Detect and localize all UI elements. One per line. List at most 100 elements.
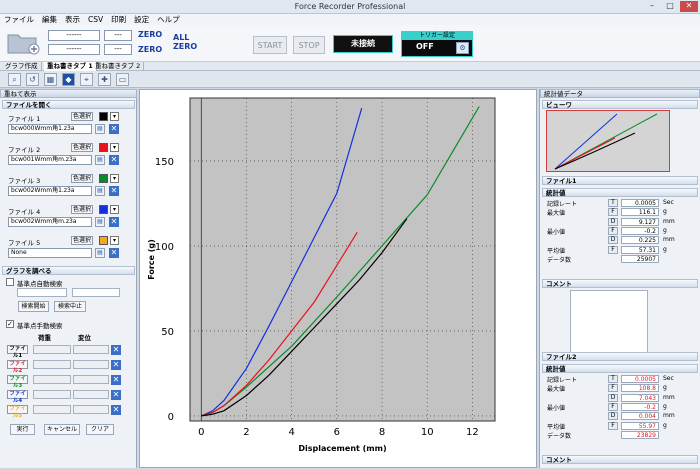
remove-file-icon[interactable]: ✕ [109, 217, 119, 227]
color-select-button[interactable]: 色選択 [71, 236, 94, 245]
menu-view[interactable]: 表示 [61, 14, 84, 25]
file-select-button[interactable]: ファイル1 [7, 345, 28, 359]
zero-button-1[interactable]: ZERO [138, 30, 162, 39]
load-value-field[interactable] [33, 360, 71, 369]
grid-icon[interactable]: ▦ [44, 73, 57, 86]
open-file-icon[interactable]: ▤ [95, 186, 105, 196]
displacement-value-field[interactable] [73, 405, 109, 414]
stop-button[interactable]: STOP [293, 36, 325, 54]
file-path-field[interactable]: bcw000Wmm角1.z3a [8, 124, 92, 134]
file-path-field[interactable]: bcw002Wmm角m.z3a [8, 217, 92, 227]
displacement-value-field[interactable] [73, 360, 109, 369]
tab-overlay-1[interactable]: 重ね書きタブ 1 [44, 62, 97, 71]
menu-help[interactable]: ヘルプ [153, 14, 184, 25]
remove-point-icon[interactable]: ✕ [111, 345, 121, 355]
chevron-down-icon[interactable]: ▾ [110, 143, 119, 152]
search-start-button[interactable]: 検索開始 [18, 301, 49, 312]
color-select-button[interactable]: 色選択 [71, 143, 94, 152]
menu-settings[interactable]: 設定 [130, 14, 153, 25]
remove-file-icon[interactable]: ✕ [109, 155, 119, 165]
open-file-icon[interactable]: ▤ [95, 124, 105, 134]
color-swatch[interactable] [99, 174, 108, 183]
tab-overlay-2[interactable]: 重ね書きタブ 2 [92, 62, 145, 71]
clear-button[interactable]: クリア [86, 424, 114, 435]
section-open-files[interactable]: ファイルを開く [2, 100, 135, 109]
section-comment-2[interactable]: コメント [542, 455, 698, 464]
color-swatch[interactable] [99, 205, 108, 214]
file-path-field[interactable]: bcw002Wmm角1.z3a [8, 186, 92, 196]
cursor-icon[interactable]: ✚ [98, 73, 111, 86]
color-select-button[interactable]: 色選択 [71, 112, 94, 121]
file-select-button[interactable]: ファイル2 [7, 360, 28, 374]
select-icon[interactable]: ◆ [62, 73, 75, 86]
auto-search-select[interactable] [17, 288, 67, 297]
color-swatch[interactable] [99, 236, 108, 245]
load-value-field[interactable] [33, 375, 71, 384]
file-path-field[interactable]: None [8, 248, 92, 258]
remove-point-icon[interactable]: ✕ [111, 375, 121, 385]
chevron-down-icon[interactable]: ▾ [110, 236, 119, 245]
section-stats-2[interactable]: 統計値 [542, 364, 698, 373]
remove-file-icon[interactable]: ✕ [109, 124, 119, 134]
zoom-icon[interactable]: ⌕ [8, 73, 21, 86]
file-select-button[interactable]: ファイル5 [7, 405, 28, 419]
measure-icon[interactable]: ⌖ [80, 73, 93, 86]
scale-icon[interactable]: ▭ [116, 73, 129, 86]
load-value-field[interactable] [33, 345, 71, 354]
manual-search-checkbox[interactable]: ✓ [6, 320, 14, 328]
all-zero-button[interactable]: ALL ZERO [173, 33, 197, 51]
run-button[interactable]: 実行 [10, 424, 35, 435]
trigger-settings-icon[interactable]: ⚙ [456, 42, 469, 54]
auto-search-field[interactable] [72, 288, 120, 297]
tab-graph-create[interactable]: グラフ作成 [2, 62, 42, 71]
open-file-icon[interactable]: ▤ [95, 155, 105, 165]
cancel-button[interactable]: キャンセル [44, 424, 80, 435]
menu-edit[interactable]: 編集 [38, 14, 61, 25]
section-preview[interactable]: ビューワ [542, 100, 698, 109]
preview-viewer[interactable] [546, 110, 670, 172]
remove-point-icon[interactable]: ✕ [111, 360, 121, 370]
file-path-field[interactable]: bcw001Wmm角m.z3a [8, 155, 92, 165]
chevron-down-icon[interactable]: ▾ [110, 112, 119, 121]
maximize-button[interactable]: □ [661, 1, 679, 12]
section-file2[interactable]: ファイル2 [542, 352, 698, 361]
open-file-icon[interactable]: ▤ [95, 248, 105, 258]
load-value-field[interactable] [33, 405, 71, 414]
force-displacement-chart[interactable]: 0 2 4 6 8 10 12 0 50 100 150 Displacement (mm) Force… [140, 90, 536, 467]
search-stop-button[interactable]: 検索中止 [54, 301, 86, 312]
section-graph-inspect[interactable]: グラフを調べる [2, 266, 135, 275]
zero-button-2[interactable]: ZERO [138, 45, 162, 54]
chevron-down-icon[interactable]: ▾ [110, 174, 119, 183]
color-select-button[interactable]: 色選択 [71, 174, 94, 183]
file-select-button[interactable]: ファイル4 [7, 390, 28, 404]
minimize-button[interactable]: – [643, 1, 661, 12]
file-select-button[interactable]: ファイル3 [7, 375, 28, 389]
remove-point-icon[interactable]: ✕ [111, 390, 121, 400]
menu-csv[interactable]: CSV [84, 14, 107, 25]
close-button[interactable]: ✕ [680, 1, 698, 12]
graph-area[interactable]: 0 2 4 6 8 10 12 0 50 100 150 Displacement (mm) Force… [139, 89, 537, 468]
remove-file-icon[interactable]: ✕ [109, 248, 119, 258]
section-stats-1[interactable]: 統計値 [542, 188, 698, 197]
menu-print[interactable]: 印刷 [107, 14, 130, 25]
displacement-value-field[interactable] [73, 390, 109, 399]
remove-file-icon[interactable]: ✕ [109, 186, 119, 196]
menu-file[interactable]: ファイル [0, 14, 38, 25]
displacement-value-field[interactable] [73, 375, 109, 384]
open-file-icon[interactable]: ▤ [95, 217, 105, 227]
color-swatch[interactable] [99, 112, 108, 121]
load-value-field[interactable] [33, 390, 71, 399]
color-swatch[interactable] [99, 143, 108, 152]
section-file1[interactable]: ファイル1 [542, 176, 698, 185]
displacement-value-field[interactable] [73, 345, 109, 354]
chevron-down-icon[interactable]: ▾ [110, 205, 119, 214]
remove-point-icon[interactable]: ✕ [111, 405, 121, 415]
undo-icon[interactable]: ↺ [26, 73, 39, 86]
color-select-button[interactable]: 色選択 [71, 205, 94, 214]
section-comment-1[interactable]: コメント [542, 279, 698, 288]
window-title: Force Recorder Professional [294, 2, 406, 11]
auto-search-checkbox[interactable] [6, 278, 14, 286]
comment-box-1[interactable] [570, 290, 648, 358]
start-button[interactable]: START [253, 36, 287, 54]
open-folder-icon[interactable] [6, 29, 40, 55]
